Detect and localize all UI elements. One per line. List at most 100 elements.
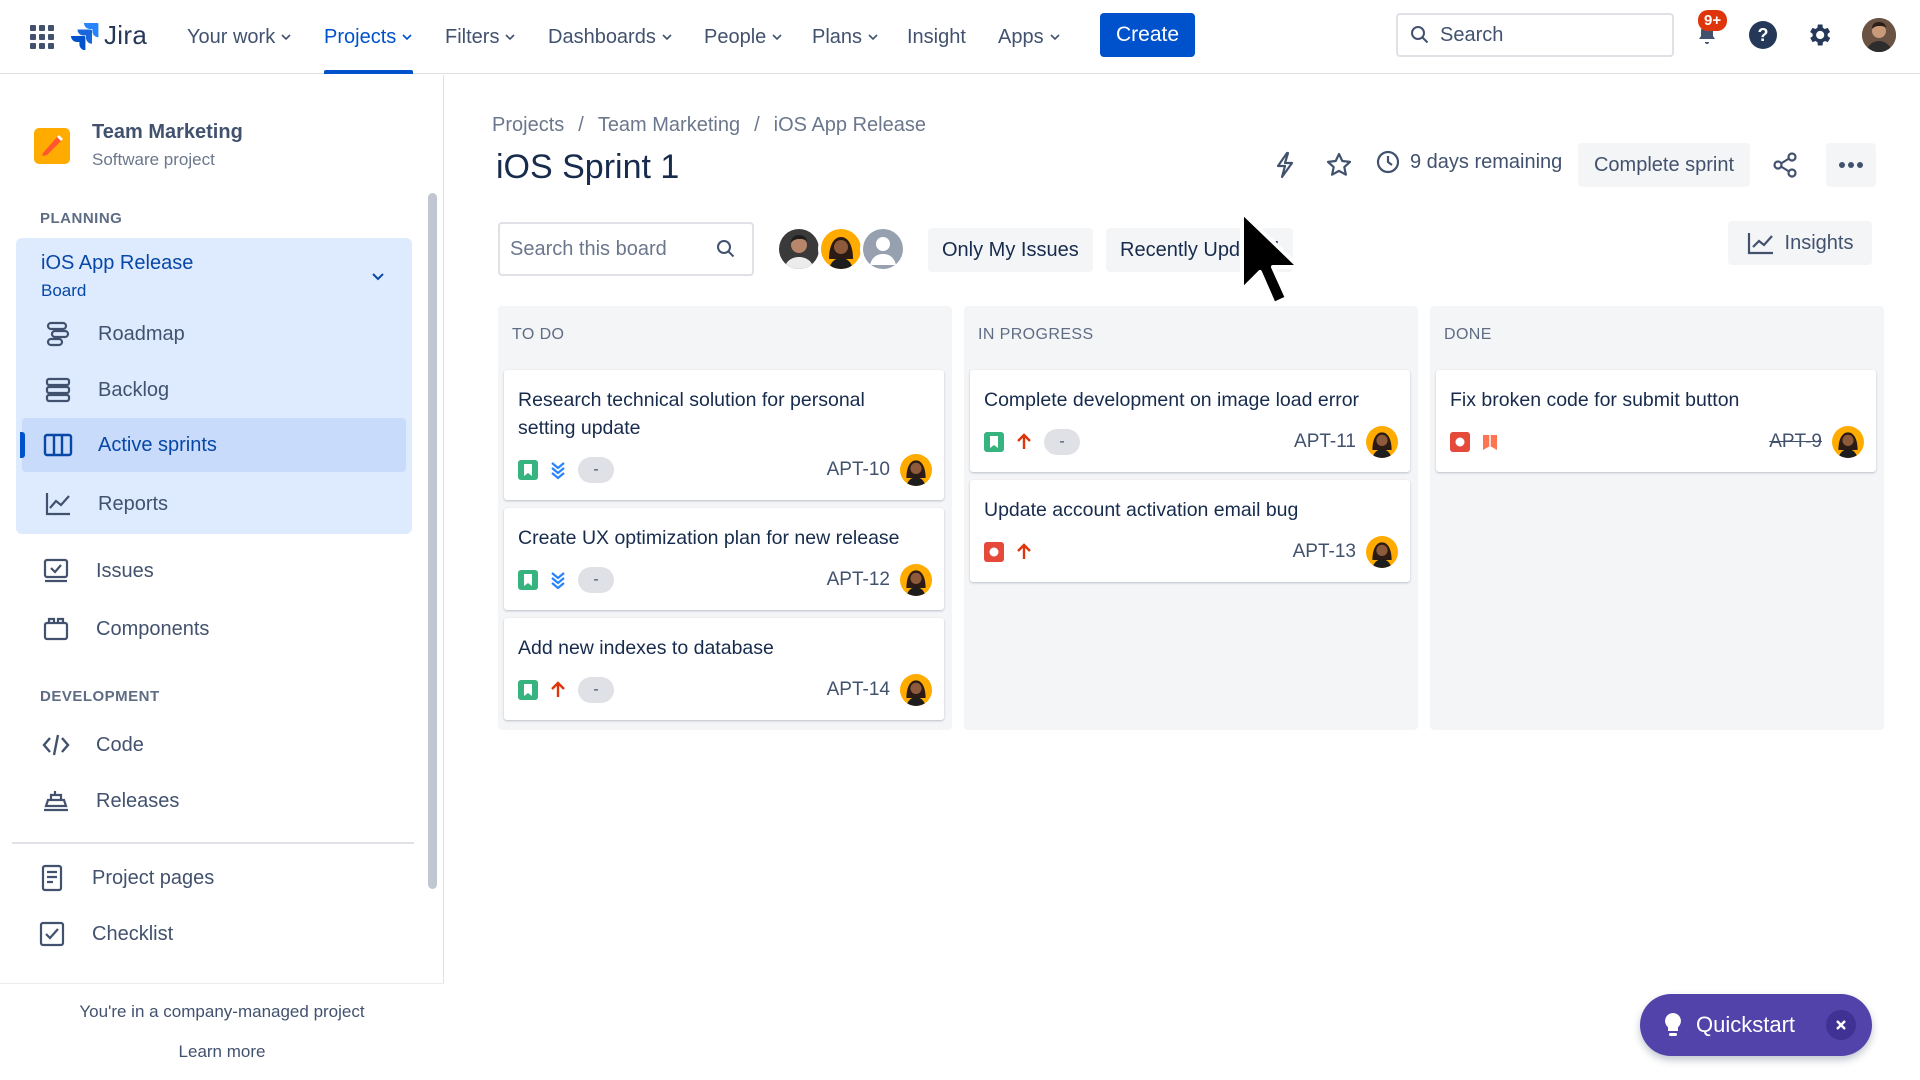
sidebar-item-reports[interactable]: Reports xyxy=(42,477,402,531)
help-button[interactable]: ? xyxy=(1746,18,1780,52)
issue-key[interactable]: APT-14 xyxy=(827,679,890,701)
components-icon xyxy=(40,613,72,645)
avatar-filter-unassigned[interactable] xyxy=(860,226,906,272)
learn-more-link[interactable]: Learn more xyxy=(0,1042,444,1062)
priority-lowest-icon xyxy=(551,572,565,590)
breadcrumb-ios-app-release[interactable]: iOS App Release xyxy=(774,114,926,137)
assignee-avatar[interactable] xyxy=(1366,426,1398,458)
breadcrumb-projects[interactable]: Projects xyxy=(492,114,564,137)
board-type: Board xyxy=(41,281,87,300)
nav-insight[interactable]: Insight xyxy=(907,0,966,74)
close-icon xyxy=(1836,1020,1846,1030)
sidebar-item-components[interactable]: Components xyxy=(40,602,410,656)
issue-key[interactable]: APT-11 xyxy=(1294,431,1356,453)
sidebar-item-issues[interactable]: Issues xyxy=(40,544,410,598)
lightning-icon xyxy=(1276,151,1294,179)
issue-card[interactable]: Create UX optimization plan for new rele… xyxy=(504,508,944,610)
issue-card[interactable]: Fix broken code for submit button APT-9 xyxy=(1436,370,1876,472)
column-title: DONE xyxy=(1444,326,1492,343)
sidebar-item-project-pages[interactable]: Project pages xyxy=(36,851,406,905)
issue-card[interactable]: Research technical solution for personal… xyxy=(504,370,944,500)
issue-card[interactable]: Update account activation email bug APT-… xyxy=(970,480,1410,582)
nav-your-work[interactable]: Your work xyxy=(187,0,292,74)
insights-button[interactable]: Insights xyxy=(1728,221,1872,265)
nav-label: Projects xyxy=(324,25,397,48)
global-search-input[interactable] xyxy=(1440,23,1640,47)
search-icon xyxy=(1411,26,1429,44)
quickstart-close-button[interactable] xyxy=(1826,1010,1856,1040)
chevron-down-icon xyxy=(772,34,782,41)
assignee-avatar[interactable] xyxy=(900,564,932,596)
quickstart-button[interactable]: Quickstart xyxy=(1640,994,1872,1056)
search-icon xyxy=(717,240,735,258)
sidebar-footer: You're in a company-managed project Lear… xyxy=(0,983,444,1080)
nav-projects[interactable]: Projects xyxy=(324,0,414,74)
nav-dashboards[interactable]: Dashboards xyxy=(548,0,673,74)
board-column-in-progress: IN PROGRESS Complete development on imag… xyxy=(964,306,1418,730)
more-actions-button[interactable] xyxy=(1826,143,1876,187)
board-search-input[interactable] xyxy=(510,237,710,261)
sidebar-item-label: Backlog xyxy=(98,378,170,401)
global-search[interactable] xyxy=(1396,13,1674,57)
nav-people[interactable]: People xyxy=(704,0,783,74)
sidebar-item-active-sprints[interactable]: Active sprints xyxy=(20,418,406,472)
sidebar-item-checklist[interactable]: Checklist xyxy=(36,907,406,961)
board-name[interactable]: iOS App Release xyxy=(41,252,193,275)
automation-button[interactable] xyxy=(1268,148,1302,182)
profile-avatar[interactable] xyxy=(1862,18,1896,52)
project-pages-icon xyxy=(36,862,68,894)
issue-card[interactable]: Add new indexes to database - APT-14 xyxy=(504,618,944,720)
insights-label: Insights xyxy=(1784,231,1854,254)
breadcrumb-team-marketing[interactable]: Team Marketing xyxy=(598,114,740,137)
issue-key[interactable]: APT-10 xyxy=(827,459,890,481)
column-title: TO DO xyxy=(512,326,565,343)
create-button[interactable]: Create xyxy=(1100,13,1195,57)
board-chevron-icon[interactable] xyxy=(370,268,386,284)
sidebar-item-code[interactable]: Code xyxy=(40,718,410,772)
star-button[interactable] xyxy=(1322,148,1356,182)
issue-key[interactable]: APT-9 xyxy=(1769,431,1822,453)
complete-sprint-button[interactable]: Complete sprint xyxy=(1578,143,1750,187)
assignee-avatar[interactable] xyxy=(900,454,932,486)
flag-icon xyxy=(1483,435,1497,450)
app-switcher-icon[interactable] xyxy=(28,23,56,51)
issue-key[interactable]: APT-12 xyxy=(827,569,890,591)
share-icon xyxy=(1773,152,1797,178)
avatar-filter-user-1[interactable] xyxy=(776,226,822,272)
issue-summary: Research technical solution for personal… xyxy=(518,389,865,439)
project-header[interactable]: Team Marketing Software project xyxy=(34,121,243,170)
sidebar-item-label: Project pages xyxy=(92,866,215,889)
nav-apps[interactable]: Apps xyxy=(998,0,1061,74)
sidebar-item-backlog[interactable]: Backlog xyxy=(42,363,402,417)
column-title: IN PROGRESS xyxy=(978,326,1094,343)
story-icon xyxy=(518,680,538,700)
filter-only-my-issues[interactable]: Only My Issues xyxy=(928,228,1093,272)
sidebar-scrollbar[interactable] xyxy=(428,193,437,889)
nav-label: Plans xyxy=(812,25,863,48)
project-name: Team Marketing xyxy=(92,121,243,143)
nav-plans[interactable]: Plans xyxy=(812,0,879,74)
company-managed-text: You're in a company-managed project xyxy=(79,1002,365,1021)
share-button[interactable] xyxy=(1768,148,1802,182)
board-column-done: DONE Fix broken code for submit button A… xyxy=(1430,306,1884,730)
sidebar-item-roadmap[interactable]: Roadmap xyxy=(42,307,402,361)
filter-recently-updated[interactable]: Recently Updated xyxy=(1106,228,1293,272)
lightbulb-icon xyxy=(1665,1013,1681,1036)
issue-key[interactable]: APT-13 xyxy=(1293,541,1356,563)
nav-filters[interactable]: Filters xyxy=(445,0,516,74)
board-search[interactable] xyxy=(498,222,754,276)
assignee-avatar[interactable] xyxy=(1832,426,1864,458)
avatar-filter-user-2[interactable] xyxy=(818,226,864,272)
story-point-estimate: - xyxy=(578,677,614,703)
sidebar-item-releases[interactable]: Releases xyxy=(40,774,410,828)
assignee-avatar[interactable] xyxy=(900,674,932,706)
code-icon xyxy=(40,729,72,761)
days-remaining-text: 9 days remaining xyxy=(1410,150,1563,173)
assignee-avatar[interactable] xyxy=(1366,536,1398,568)
jira-logo[interactable]: Jira xyxy=(70,18,147,52)
story-icon xyxy=(518,460,538,480)
settings-button[interactable] xyxy=(1802,18,1836,52)
issue-card[interactable]: Complete development on image load error… xyxy=(970,370,1410,472)
insights-icon xyxy=(1747,233,1773,255)
roadmap-icon xyxy=(42,318,74,350)
